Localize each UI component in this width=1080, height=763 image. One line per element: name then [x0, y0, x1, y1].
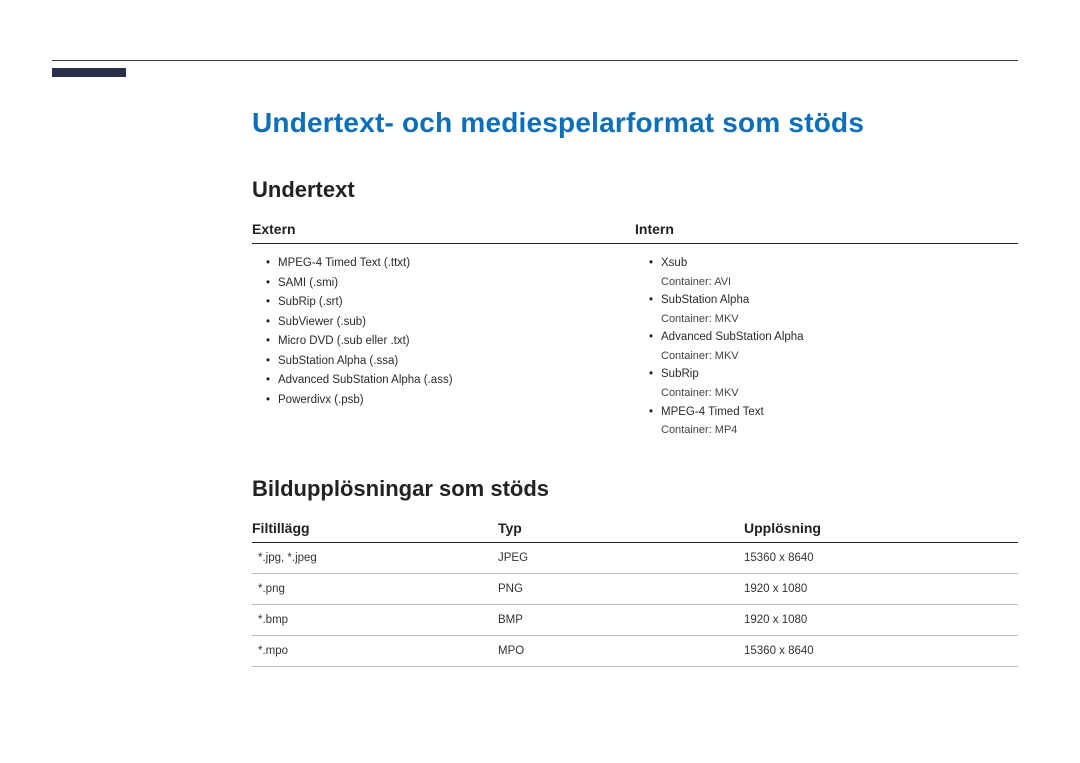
top-rule [52, 60, 1018, 61]
extern-item: SubRip (.srt) [266, 293, 635, 313]
extern-item: Micro DVD (.sub eller .txt) [266, 332, 635, 352]
extern-item: SubViewer (.sub) [266, 313, 635, 333]
cell-res: 1920 x 1080 [744, 614, 1018, 626]
cell-type: JPEG [498, 552, 744, 564]
intern-item-container: Container: MKV [661, 385, 1018, 403]
extern-item: SAMI (.smi) [266, 274, 635, 294]
subtitle-table-body: MPEG-4 Timed Text (.ttxt)SAMI (.smi)SubR… [252, 244, 1018, 440]
intern-item: Advanced SubStation Alpha Container: MKV [649, 328, 1018, 365]
col-body-extern: MPEG-4 Timed Text (.ttxt)SAMI (.smi)SubR… [252, 244, 635, 440]
intern-item-name: SubStation Alpha [661, 294, 749, 306]
cell-type: MPO [498, 645, 744, 657]
cell-res: 15360 x 8640 [744, 552, 1018, 564]
cell-ext: *.png [252, 583, 498, 595]
cell-res: 15360 x 8640 [744, 645, 1018, 657]
intern-item-name: Xsub [661, 257, 687, 269]
extern-list: MPEG-4 Timed Text (.ttxt)SAMI (.smi)SubR… [252, 254, 635, 410]
table-row: *.bmpBMP1920 x 1080 [252, 605, 1018, 636]
cell-ext: *.jpg, *.jpeg [252, 552, 498, 564]
extern-item: MPEG-4 Timed Text (.ttxt) [266, 254, 635, 274]
page: Undertext- och mediespelarformat som stö… [0, 0, 1080, 763]
spacer [252, 440, 1018, 476]
content-area: Undertext- och mediespelarformat som stö… [52, 107, 1018, 667]
extern-item: SubStation Alpha (.ssa) [266, 352, 635, 372]
intern-item-name: MPEG-4 Timed Text [661, 406, 764, 418]
col-header-type: Typ [498, 520, 744, 536]
intern-item-name: SubRip [661, 368, 699, 380]
intern-item-name: Advanced SubStation Alpha [661, 331, 804, 343]
intern-item-container: Container: MKV [661, 348, 1018, 366]
extern-item: Powerdivx (.psb) [266, 391, 635, 411]
section-heading-images: Bildupplösningar som stöds [252, 476, 1018, 502]
image-table-header: Filtillägg Typ Upplösning [252, 520, 1018, 543]
table-row: *.mpoMPO15360 x 8640 [252, 636, 1018, 667]
cell-res: 1920 x 1080 [744, 583, 1018, 595]
cell-type: BMP [498, 614, 744, 626]
table-row: *.pngPNG1920 x 1080 [252, 574, 1018, 605]
page-title: Undertext- och mediespelarformat som stö… [252, 107, 1018, 139]
cell-ext: *.bmp [252, 614, 498, 626]
col-body-intern: Xsub Container: AVI SubStation Alpha Contai… [635, 244, 1018, 440]
intern-item: Xsub Container: AVI [649, 254, 1018, 291]
intern-item: MPEG-4 Timed Text Container: MP4 [649, 403, 1018, 440]
intern-item: SubStation Alpha Container: MKV [649, 291, 1018, 328]
subtitle-table-header: Extern Intern [252, 221, 1018, 244]
col-header-intern: Intern [635, 221, 1018, 237]
image-table-body: *.jpg, *.jpegJPEG15360 x 8640*.pngPNG192… [252, 543, 1018, 667]
col-header-res: Upplösning [744, 520, 1018, 536]
intern-item: SubRip Container: MKV [649, 365, 1018, 402]
cell-type: PNG [498, 583, 744, 595]
section-tab-mark [52, 68, 126, 77]
intern-item-container: Container: MKV [661, 311, 1018, 329]
table-row: *.jpg, *.jpegJPEG15360 x 8640 [252, 543, 1018, 574]
cell-ext: *.mpo [252, 645, 498, 657]
intern-list: Xsub Container: AVI SubStation Alpha Contai… [635, 254, 1018, 440]
intern-item-container: Container: AVI [661, 274, 1018, 292]
extern-item: Advanced SubStation Alpha (.ass) [266, 371, 635, 391]
col-header-extern: Extern [252, 221, 635, 237]
col-header-ext: Filtillägg [252, 520, 498, 536]
intern-item-container: Container: MP4 [661, 422, 1018, 440]
section-heading-subtitles: Undertext [252, 177, 1018, 203]
